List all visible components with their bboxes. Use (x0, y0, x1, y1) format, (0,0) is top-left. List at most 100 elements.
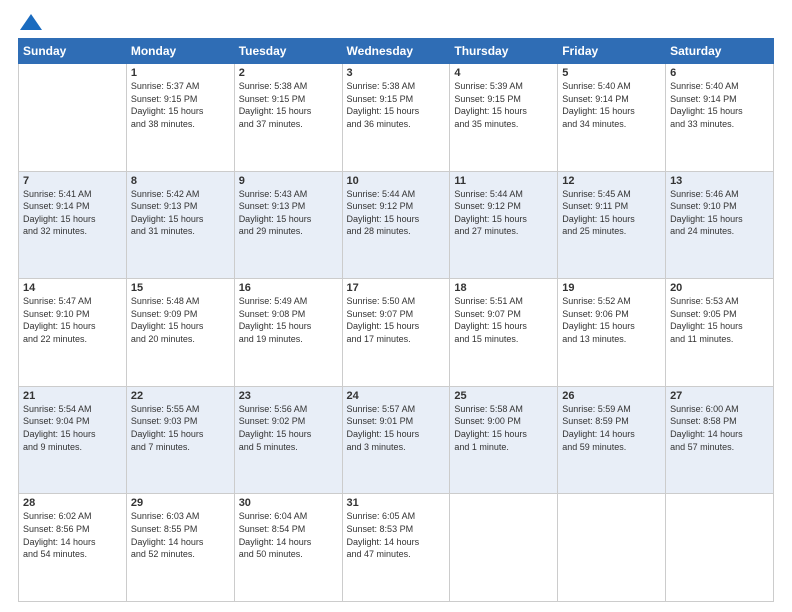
day-number: 28 (23, 497, 122, 509)
cell-info: Sunrise: 5:51 AM Sunset: 9:07 PM Dayligh… (454, 295, 553, 345)
cell-info: Sunrise: 5:49 AM Sunset: 9:08 PM Dayligh… (239, 295, 338, 345)
day-number: 1 (131, 67, 230, 79)
week-row-1: 7Sunrise: 5:41 AM Sunset: 9:14 PM Daylig… (19, 171, 774, 279)
week-row-3: 21Sunrise: 5:54 AM Sunset: 9:04 PM Dayli… (19, 386, 774, 494)
calendar-cell: 7Sunrise: 5:41 AM Sunset: 9:14 PM Daylig… (19, 171, 127, 279)
week-row-4: 28Sunrise: 6:02 AM Sunset: 8:56 PM Dayli… (19, 494, 774, 602)
cell-info: Sunrise: 5:44 AM Sunset: 9:12 PM Dayligh… (454, 188, 553, 238)
day-number: 14 (23, 282, 122, 294)
weekday-saturday: Saturday (666, 39, 774, 64)
cell-info: Sunrise: 5:45 AM Sunset: 9:11 PM Dayligh… (562, 188, 661, 238)
calendar-cell: 8Sunrise: 5:42 AM Sunset: 9:13 PM Daylig… (126, 171, 234, 279)
cell-info: Sunrise: 5:44 AM Sunset: 9:12 PM Dayligh… (347, 188, 446, 238)
cell-info: Sunrise: 5:48 AM Sunset: 9:09 PM Dayligh… (131, 295, 230, 345)
calendar-cell: 23Sunrise: 5:56 AM Sunset: 9:02 PM Dayli… (234, 386, 342, 494)
calendar-cell: 31Sunrise: 6:05 AM Sunset: 8:53 PM Dayli… (342, 494, 450, 602)
calendar-cell: 21Sunrise: 5:54 AM Sunset: 9:04 PM Dayli… (19, 386, 127, 494)
cell-info: Sunrise: 5:40 AM Sunset: 9:14 PM Dayligh… (562, 80, 661, 130)
logo-icon (20, 14, 42, 30)
day-number: 29 (131, 497, 230, 509)
day-number: 4 (454, 67, 553, 79)
cell-info: Sunrise: 5:54 AM Sunset: 9:04 PM Dayligh… (23, 403, 122, 453)
day-number: 17 (347, 282, 446, 294)
week-row-0: 1Sunrise: 5:37 AM Sunset: 9:15 PM Daylig… (19, 64, 774, 172)
day-number: 31 (347, 497, 446, 509)
day-number: 3 (347, 67, 446, 79)
cell-info: Sunrise: 5:53 AM Sunset: 9:05 PM Dayligh… (670, 295, 769, 345)
cell-info: Sunrise: 6:02 AM Sunset: 8:56 PM Dayligh… (23, 510, 122, 560)
day-number: 12 (562, 175, 661, 187)
day-number: 21 (23, 390, 122, 402)
cell-info: Sunrise: 5:58 AM Sunset: 9:00 PM Dayligh… (454, 403, 553, 453)
day-number: 18 (454, 282, 553, 294)
calendar-cell: 14Sunrise: 5:47 AM Sunset: 9:10 PM Dayli… (19, 279, 127, 387)
cell-info: Sunrise: 5:47 AM Sunset: 9:10 PM Dayligh… (23, 295, 122, 345)
day-number: 2 (239, 67, 338, 79)
calendar-cell (19, 64, 127, 172)
cell-info: Sunrise: 5:43 AM Sunset: 9:13 PM Dayligh… (239, 188, 338, 238)
calendar-cell: 24Sunrise: 5:57 AM Sunset: 9:01 PM Dayli… (342, 386, 450, 494)
day-number: 13 (670, 175, 769, 187)
cell-info: Sunrise: 5:57 AM Sunset: 9:01 PM Dayligh… (347, 403, 446, 453)
day-number: 9 (239, 175, 338, 187)
calendar-cell: 6Sunrise: 5:40 AM Sunset: 9:14 PM Daylig… (666, 64, 774, 172)
cell-info: Sunrise: 5:39 AM Sunset: 9:15 PM Dayligh… (454, 80, 553, 130)
calendar-cell: 11Sunrise: 5:44 AM Sunset: 9:12 PM Dayli… (450, 171, 558, 279)
cell-info: Sunrise: 5:42 AM Sunset: 9:13 PM Dayligh… (131, 188, 230, 238)
calendar-table: SundayMondayTuesdayWednesdayThursdayFrid… (18, 38, 774, 602)
cell-info: Sunrise: 5:56 AM Sunset: 9:02 PM Dayligh… (239, 403, 338, 453)
day-number: 22 (131, 390, 230, 402)
day-number: 20 (670, 282, 769, 294)
cell-info: Sunrise: 5:59 AM Sunset: 8:59 PM Dayligh… (562, 403, 661, 453)
cell-info: Sunrise: 5:50 AM Sunset: 9:07 PM Dayligh… (347, 295, 446, 345)
day-number: 15 (131, 282, 230, 294)
page: SundayMondayTuesdayWednesdayThursdayFrid… (0, 0, 792, 612)
calendar-cell: 20Sunrise: 5:53 AM Sunset: 9:05 PM Dayli… (666, 279, 774, 387)
calendar-cell: 30Sunrise: 6:04 AM Sunset: 8:54 PM Dayli… (234, 494, 342, 602)
cell-info: Sunrise: 5:55 AM Sunset: 9:03 PM Dayligh… (131, 403, 230, 453)
cell-info: Sunrise: 5:46 AM Sunset: 9:10 PM Dayligh… (670, 188, 769, 238)
calendar-cell: 10Sunrise: 5:44 AM Sunset: 9:12 PM Dayli… (342, 171, 450, 279)
day-number: 25 (454, 390, 553, 402)
weekday-tuesday: Tuesday (234, 39, 342, 64)
calendar-cell: 27Sunrise: 6:00 AM Sunset: 8:58 PM Dayli… (666, 386, 774, 494)
week-row-2: 14Sunrise: 5:47 AM Sunset: 9:10 PM Dayli… (19, 279, 774, 387)
cell-info: Sunrise: 5:52 AM Sunset: 9:06 PM Dayligh… (562, 295, 661, 345)
weekday-monday: Monday (126, 39, 234, 64)
calendar-cell (558, 494, 666, 602)
day-number: 11 (454, 175, 553, 187)
calendar-cell: 3Sunrise: 5:38 AM Sunset: 9:15 PM Daylig… (342, 64, 450, 172)
calendar-cell: 15Sunrise: 5:48 AM Sunset: 9:09 PM Dayli… (126, 279, 234, 387)
day-number: 27 (670, 390, 769, 402)
logo (18, 18, 42, 30)
cell-info: Sunrise: 5:38 AM Sunset: 9:15 PM Dayligh… (347, 80, 446, 130)
calendar-cell: 2Sunrise: 5:38 AM Sunset: 9:15 PM Daylig… (234, 64, 342, 172)
weekday-thursday: Thursday (450, 39, 558, 64)
day-number: 16 (239, 282, 338, 294)
day-number: 10 (347, 175, 446, 187)
calendar-cell: 9Sunrise: 5:43 AM Sunset: 9:13 PM Daylig… (234, 171, 342, 279)
calendar-cell: 28Sunrise: 6:02 AM Sunset: 8:56 PM Dayli… (19, 494, 127, 602)
weekday-wednesday: Wednesday (342, 39, 450, 64)
weekday-header-row: SundayMondayTuesdayWednesdayThursdayFrid… (19, 39, 774, 64)
day-number: 23 (239, 390, 338, 402)
cell-info: Sunrise: 5:41 AM Sunset: 9:14 PM Dayligh… (23, 188, 122, 238)
calendar-cell: 19Sunrise: 5:52 AM Sunset: 9:06 PM Dayli… (558, 279, 666, 387)
day-number: 26 (562, 390, 661, 402)
cell-info: Sunrise: 5:40 AM Sunset: 9:14 PM Dayligh… (670, 80, 769, 130)
day-number: 5 (562, 67, 661, 79)
weekday-friday: Friday (558, 39, 666, 64)
calendar-cell: 29Sunrise: 6:03 AM Sunset: 8:55 PM Dayli… (126, 494, 234, 602)
cell-info: Sunrise: 5:38 AM Sunset: 9:15 PM Dayligh… (239, 80, 338, 130)
calendar-cell: 18Sunrise: 5:51 AM Sunset: 9:07 PM Dayli… (450, 279, 558, 387)
cell-info: Sunrise: 6:04 AM Sunset: 8:54 PM Dayligh… (239, 510, 338, 560)
calendar-cell (666, 494, 774, 602)
day-number: 7 (23, 175, 122, 187)
header (18, 18, 774, 30)
cell-info: Sunrise: 6:00 AM Sunset: 8:58 PM Dayligh… (670, 403, 769, 453)
cell-info: Sunrise: 5:37 AM Sunset: 9:15 PM Dayligh… (131, 80, 230, 130)
calendar-cell (450, 494, 558, 602)
calendar-cell: 26Sunrise: 5:59 AM Sunset: 8:59 PM Dayli… (558, 386, 666, 494)
calendar-cell: 5Sunrise: 5:40 AM Sunset: 9:14 PM Daylig… (558, 64, 666, 172)
calendar-cell: 17Sunrise: 5:50 AM Sunset: 9:07 PM Dayli… (342, 279, 450, 387)
